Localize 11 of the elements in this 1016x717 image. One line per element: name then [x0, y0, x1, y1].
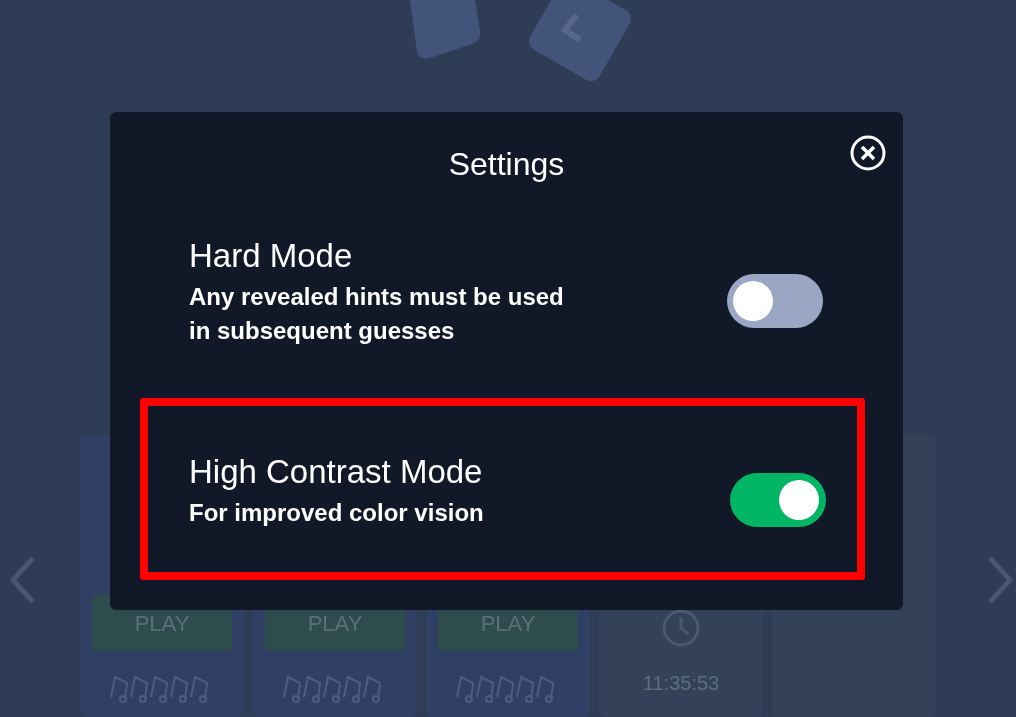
letter-tile [410, 0, 481, 59]
toggle-switch[interactable] [727, 274, 823, 328]
setting-description: For improved color vision [189, 498, 485, 528]
toggle-switch[interactable] [730, 473, 826, 527]
close-button[interactable] [849, 134, 887, 172]
close-icon [849, 134, 887, 172]
setting-description: Any revealed hints must be used in subsequent guesses [189, 282, 565, 346]
clock-icon [661, 608, 701, 648]
setting-title: High Contrast Mode [189, 452, 484, 492]
setting-title: Hard Mode [189, 236, 354, 276]
dialog-title: Settings [447, 145, 566, 184]
